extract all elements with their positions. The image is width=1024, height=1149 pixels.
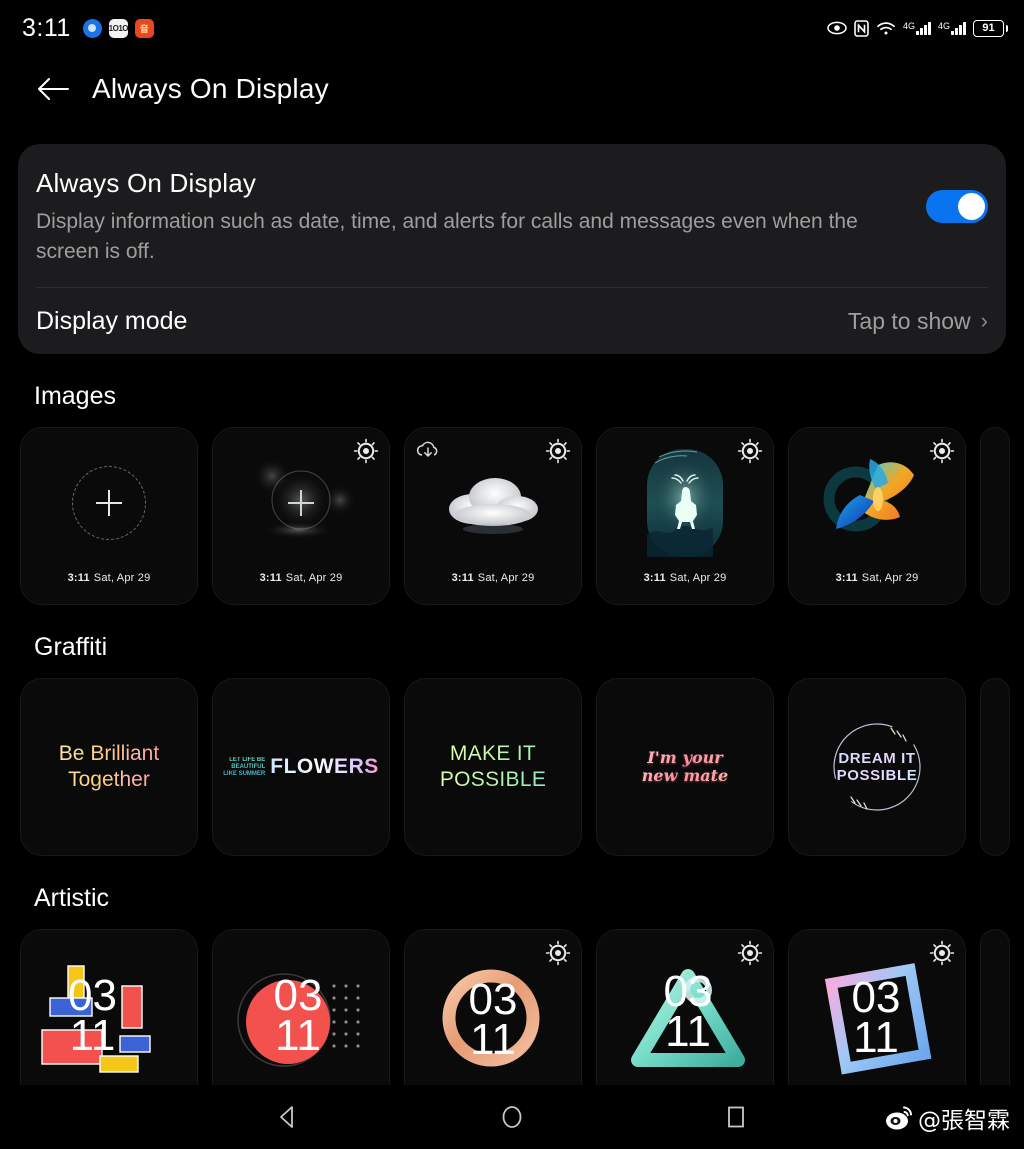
clock-digits: 03 11 (468, 975, 518, 1064)
app-icon-white: 1O1O (109, 18, 128, 38)
image-tile-next-partial[interactable] (980, 427, 1010, 605)
page-title: Always On Display (92, 73, 329, 104)
plus-icon (96, 490, 122, 516)
add-circle (72, 466, 146, 540)
signal-4g-plus-icon: 4G (938, 21, 966, 35)
section-title-graffiti: Graffiti (34, 633, 108, 661)
graffiti-tile-dream-it-possible[interactable]: DREAM IT POSSIBLE (788, 678, 966, 856)
graffiti-tile-make-it-possible[interactable]: MAKE IT POSSIBLE (404, 678, 582, 856)
artistic-tile-mondrian[interactable]: 03 11 (20, 929, 198, 1107)
image-tile-cloud[interactable]: 3:11 Sat, Apr 29 (404, 427, 582, 605)
nav-recents-icon[interactable] (719, 1100, 753, 1134)
section-title-artistic: Artistic (34, 884, 109, 912)
artistic-tile-triangle[interactable]: 03 11 (596, 929, 774, 1107)
tile-timestamp: 3:11 Sat, Apr 29 (67, 572, 151, 584)
images-row[interactable]: 3:11 Sat, Apr 29 3:11 Sat, Apr 29 3:11 S… (0, 427, 1024, 605)
settings-scroll-area[interactable]: Always On Display Display information su… (0, 122, 1024, 1129)
image-tile-bokeh[interactable]: 3:11 Sat, Apr 29 (212, 427, 390, 605)
signal-4g-icon: 4G (903, 21, 931, 35)
artistic-tile-square-frame[interactable]: 03 11 (788, 929, 966, 1107)
cloud-art (449, 478, 538, 534)
always-on-display-panel: Always On Display Display information su… (18, 144, 1006, 354)
battery-percent: 91 (973, 19, 1004, 37)
display-mode-label: Display mode (36, 306, 188, 335)
toggle-knob (958, 193, 985, 220)
status-bar-clock: 3:11 (22, 13, 71, 42)
weibo-watermark: @張智霖 (884, 1101, 1010, 1135)
section-images: Images 3:11 Sat, Apr 29 3:11 Sat, Apr 29… (0, 382, 1024, 605)
display-mode-value: Tap to show (847, 307, 971, 334)
aod-main-row: Always On Display Display information su… (36, 144, 988, 287)
aod-description: Display information such as date, time, … (36, 210, 858, 263)
tile-timestamp: 3:11 Sat, Apr 29 (643, 572, 727, 584)
graffiti-tile-next-partial[interactable] (980, 678, 1010, 856)
graffiti-row[interactable]: Be Brilliant Together LET LIFE BE BEAUTI… (0, 678, 1024, 856)
display-mode-row[interactable]: Display mode Tap to show › (36, 288, 988, 354)
artistic-tile-copper-ring[interactable]: 03 11 (404, 929, 582, 1107)
app-icon-blue (82, 18, 102, 38)
artistic-tile-red-circle[interactable]: 03 11 (212, 929, 390, 1107)
chevron-right-icon: › (980, 308, 988, 333)
aod-toggle-switch[interactable] (926, 190, 988, 223)
image-tile-deer[interactable]: 3:11 Sat, Apr 29 (596, 427, 774, 605)
weibo-handle: @張智霖 (918, 1108, 1010, 1134)
section-title-images: Images (34, 382, 116, 410)
app-icon-orange: 音 (134, 18, 154, 38)
section-artistic: Artistic 03 11 03 11 03 11 03 11 03 11 (0, 884, 1024, 1107)
graffiti-text: MAKE IT POSSIBLE (440, 741, 546, 794)
graffiti-text: Be Brilliant Together (59, 741, 159, 794)
butterfly-art (823, 459, 914, 532)
clock-digits: 03 11 (851, 973, 901, 1062)
add-image-tile[interactable]: 3:11 Sat, Apr 29 (20, 427, 198, 605)
graffiti-tile-flowers[interactable]: LET LIFE BE BEAUTIFUL LIKE SUMMER FLOWER… (212, 678, 390, 856)
app-bar: Always On Display (0, 56, 1024, 122)
deer-forest-art (647, 449, 723, 557)
section-graffiti: Graffiti Be Brilliant Together LET LIFE … (0, 633, 1024, 856)
aod-title: Always On Display (36, 168, 257, 198)
clock-digits: 03 11 (663, 967, 713, 1056)
graffiti-tile-be-brilliant[interactable]: Be Brilliant Together (20, 678, 198, 856)
wifi-icon (876, 21, 896, 36)
back-arrow-icon[interactable] (30, 66, 76, 112)
weibo-logo-icon (886, 1106, 912, 1130)
artistic-tile-next-partial[interactable] (980, 929, 1010, 1107)
clock-digits: 03 11 (68, 971, 117, 1060)
nav-back-icon[interactable] (271, 1100, 305, 1134)
tile-timestamp: 3:11 Sat, Apr 29 (835, 572, 919, 584)
battery-icon: 91 (973, 19, 1008, 37)
eye-comfort-icon (827, 21, 847, 35)
graffiti-text: LET LIFE BE BEAUTIFUL LIKE SUMMER FLOWER… (223, 755, 379, 778)
status-bar: 3:11 1O1O 音 4G 4G 91 (0, 0, 1024, 56)
nfc-icon (854, 19, 869, 37)
tile-timestamp: 3:11 Sat, Apr 29 (259, 572, 343, 584)
plus-icon (288, 490, 314, 516)
image-tile-butterfly[interactable]: 3:11 Sat, Apr 29 (788, 427, 966, 605)
clock-digits: 03 11 (273, 971, 323, 1060)
artistic-row[interactable]: 03 11 03 11 03 11 03 11 03 11 (0, 929, 1024, 1107)
graffiti-text: I'm your new mate (641, 748, 729, 785)
nav-home-icon[interactable] (495, 1100, 529, 1134)
system-nav-bar (0, 1085, 1024, 1149)
wreath-graphic: DREAM IT POSSIBLE (825, 715, 929, 819)
tile-timestamp: 3:11 Sat, Apr 29 (451, 572, 535, 584)
status-bar-notification-icons: 1O1O 音 (82, 18, 154, 38)
status-bar-system-icons: 4G 4G 91 (827, 19, 1008, 37)
graffiti-tile-new-mate[interactable]: I'm your new mate (596, 678, 774, 856)
